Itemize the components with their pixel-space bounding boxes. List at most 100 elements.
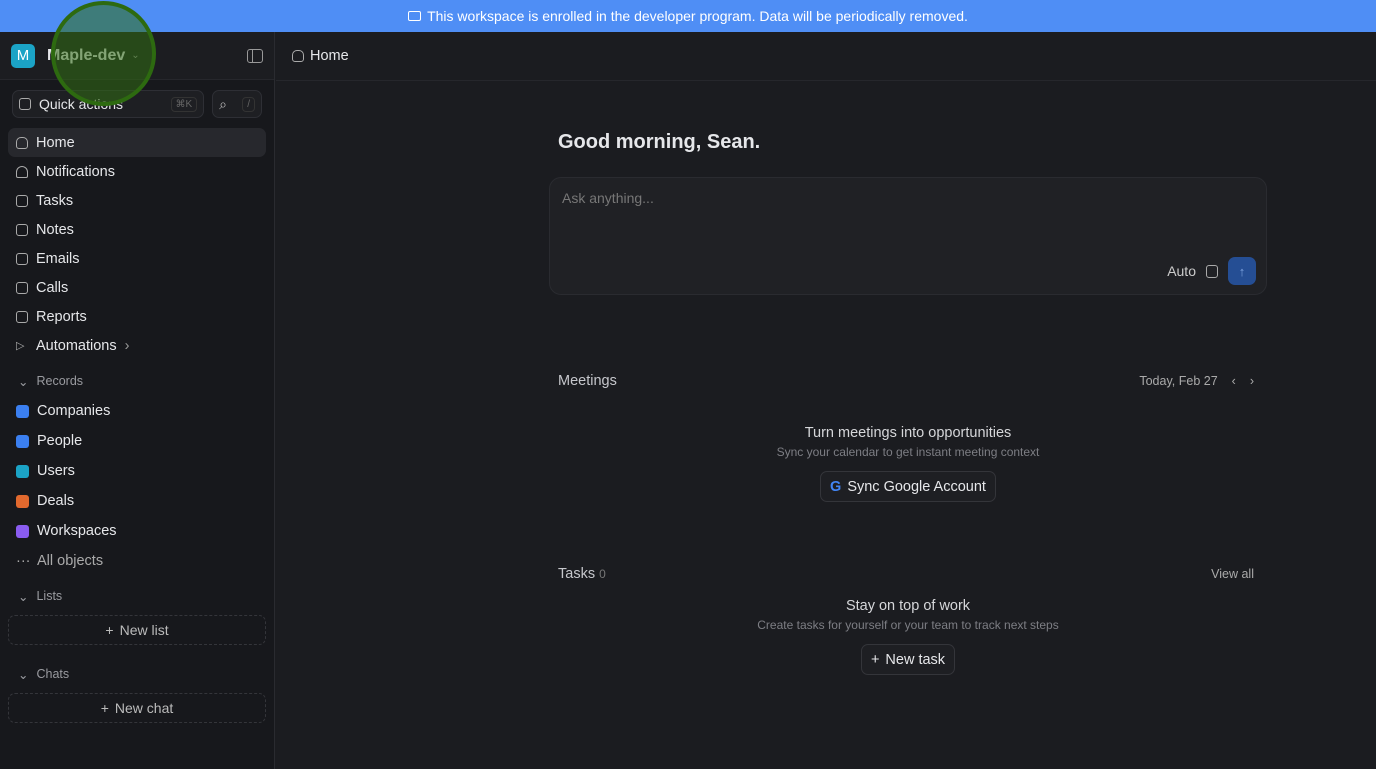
record-icon (16, 524, 29, 538)
meetings-date: Today, Feb 27 (1139, 374, 1218, 388)
sync-google-button[interactable]: G Sync Google Account (820, 471, 996, 502)
home-icon (16, 136, 28, 149)
meetings-header: Meetings Today, Feb 27 ‹ › (549, 373, 1267, 389)
sidebar-item-deals[interactable]: Deals (8, 486, 266, 516)
chevron-down-icon: ⌄ (18, 374, 29, 389)
command-icon (19, 98, 31, 110)
nav-label: Notifications (36, 163, 115, 180)
arrow-up-icon: ↑ (1238, 263, 1246, 279)
info-icon (408, 11, 422, 21)
send-button[interactable]: ↑ (1228, 257, 1256, 285)
sidebar-item-automations[interactable]: ▷ Automations › (8, 331, 266, 360)
nav-label: Tasks (36, 192, 74, 209)
ask-box: Auto ↑ (549, 177, 1267, 295)
top-bar: Home (276, 32, 1376, 81)
button-label: New chat (114, 700, 174, 716)
section-title: Records (36, 374, 84, 388)
chats-section-header[interactable]: ⌄ Chats (0, 663, 274, 685)
developer-banner: This workspace is enrolled in the develo… (0, 0, 1376, 32)
search-shortcut: / (242, 96, 255, 112)
chart-icon (16, 310, 28, 323)
new-task-button[interactable]: + New task (860, 644, 956, 675)
google-icon: G (830, 478, 842, 495)
chevron-down-icon: ⌄ (18, 667, 29, 682)
view-all-link[interactable]: View all (1211, 567, 1254, 581)
record-icon (16, 434, 29, 448)
nav-label: All objects (37, 552, 104, 569)
sidebar-item-companies[interactable]: Companies (8, 396, 266, 426)
lists-section-header[interactable]: ⌄ Lists (0, 585, 274, 607)
home-content: Good morning, Sean. Auto ↑ Meetings Today,… (549, 120, 1267, 675)
sidebar: M Maple-dev ⌄ Quick actions ⌘K ⌕ / Home No… (0, 32, 275, 769)
chevron-down-icon: ⌄ (131, 50, 140, 61)
workspace-logo: M (11, 43, 35, 68)
sidebar-toggle-icon[interactable] (247, 48, 263, 63)
search-button[interactable]: ⌕ / (212, 90, 262, 118)
sidebar-item-emails[interactable]: Emails (8, 244, 266, 273)
checkbox-icon (16, 194, 28, 207)
section-title: Meetings (558, 373, 617, 389)
section-title: Tasks (558, 566, 596, 582)
mode-selector[interactable]: Auto (1167, 263, 1196, 279)
sidebar-item-calls[interactable]: Calls (8, 273, 266, 302)
nav-label: Home (36, 134, 75, 151)
nav-label: Automations (36, 337, 117, 354)
note-icon (16, 223, 28, 236)
chevron-left-icon[interactable]: ‹ (1232, 374, 1236, 388)
slash-command-icon[interactable] (1206, 264, 1218, 278)
sidebar-item-notifications[interactable]: Notifications (8, 157, 266, 186)
quick-actions-label: Quick actions (39, 96, 124, 112)
section-title: Chats (36, 667, 70, 681)
video-icon (16, 281, 28, 294)
new-list-button[interactable]: + New list (8, 615, 266, 645)
search-icon: ⌕ (219, 95, 228, 112)
workspace-switcher[interactable]: M Maple-dev ⌄ (0, 32, 274, 80)
button-label: Sync Google Account (847, 478, 986, 495)
chevron-right-icon: › (124, 337, 130, 354)
nav-label: Notes (36, 221, 74, 238)
button-label: New task (885, 651, 946, 668)
home-icon (292, 50, 304, 62)
sidebar-item-reports[interactable]: Reports (8, 302, 266, 331)
bell-icon (16, 165, 28, 178)
new-chat-button[interactable]: + New chat (8, 693, 266, 723)
record-icon (16, 464, 29, 478)
button-label: New list (119, 622, 169, 638)
nav-label: Reports (36, 308, 87, 325)
record-icon (16, 494, 29, 508)
banner-text: This workspace is enrolled in the develo… (427, 8, 968, 24)
empty-title: Turn meetings into opportunities (804, 425, 1012, 441)
sidebar-item-workspaces[interactable]: Workspaces (8, 516, 266, 546)
sidebar-item-home[interactable]: Home (8, 128, 266, 157)
nav-label: People (37, 433, 83, 449)
shortcut-hint: ⌘K (170, 96, 198, 112)
nav-label: Companies (37, 403, 111, 419)
plus-icon: + (870, 651, 880, 668)
sidebar-item-people[interactable]: People (8, 426, 266, 456)
tasks-header: Tasks 0 View all (549, 566, 1267, 582)
chevron-right-icon[interactable]: › (1250, 374, 1254, 388)
sidebar-item-notes[interactable]: Notes (8, 215, 266, 244)
nav-label: Deals (37, 493, 75, 509)
record-icon (16, 404, 29, 418)
nav-label: Calls (36, 279, 69, 296)
empty-subtitle: Sync your calendar to get instant meetin… (776, 445, 1040, 459)
page-title: Home (310, 48, 349, 64)
plus-icon: + (100, 700, 109, 716)
play-icon: ▷ (16, 340, 25, 352)
plus-icon: + (105, 622, 114, 638)
sidebar-item-users[interactable]: Users (8, 456, 266, 486)
tasks-count: 0 (599, 567, 606, 581)
sidebar-item-tasks[interactable]: Tasks (8, 186, 266, 215)
sidebar-item-all-objects[interactable]: ··· All objects (8, 546, 266, 575)
ellipsis-icon: ··· (16, 552, 31, 569)
mail-icon (16, 252, 28, 265)
workspace-name[interactable]: Maple-dev (47, 47, 125, 65)
greeting: Good morning, Sean. (558, 131, 761, 153)
quick-actions-button[interactable]: Quick actions ⌘K (12, 90, 205, 118)
nav-label: Users (37, 463, 75, 479)
ask-input[interactable] (550, 178, 1266, 218)
empty-title: Stay on top of work (845, 598, 971, 614)
records-section-header[interactable]: ⌄ Records (0, 370, 274, 392)
nav-label: Emails (36, 250, 80, 267)
